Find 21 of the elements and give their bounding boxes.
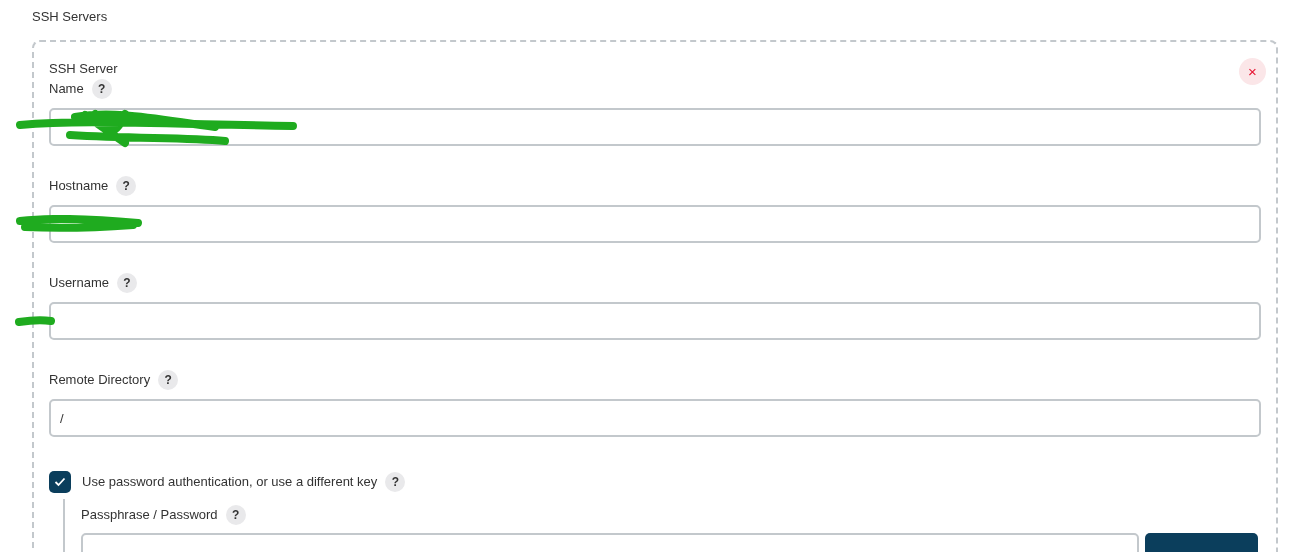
checkbox-label: Use password authentication, or use a different key	[82, 473, 378, 492]
field-label: Passphrase / Password	[81, 506, 218, 525]
field-label: Username	[49, 274, 109, 293]
help-button[interactable]: ?	[385, 472, 406, 492]
close-button[interactable]: ×	[1239, 58, 1266, 85]
help-button[interactable]: ?	[225, 505, 246, 525]
help-button[interactable]: ?	[158, 370, 179, 390]
text-field[interactable]	[49, 205, 1261, 243]
help-button[interactable]: ?	[116, 176, 137, 196]
checkbox[interactable]	[49, 471, 71, 493]
check-icon	[54, 477, 66, 487]
field-label: Remote Directory	[49, 371, 151, 390]
text-field[interactable]	[49, 108, 1261, 146]
help-button[interactable]: ?	[116, 273, 137, 293]
text-field[interactable]	[49, 302, 1261, 340]
help-button[interactable]: ?	[91, 79, 112, 99]
field-label: Hostname	[49, 177, 109, 196]
server-title: SSH Server	[49, 60, 118, 77]
section-title: SSH Servers	[32, 8, 109, 26]
field-label: Name	[49, 80, 84, 99]
text-field[interactable]: /	[49, 399, 1261, 437]
